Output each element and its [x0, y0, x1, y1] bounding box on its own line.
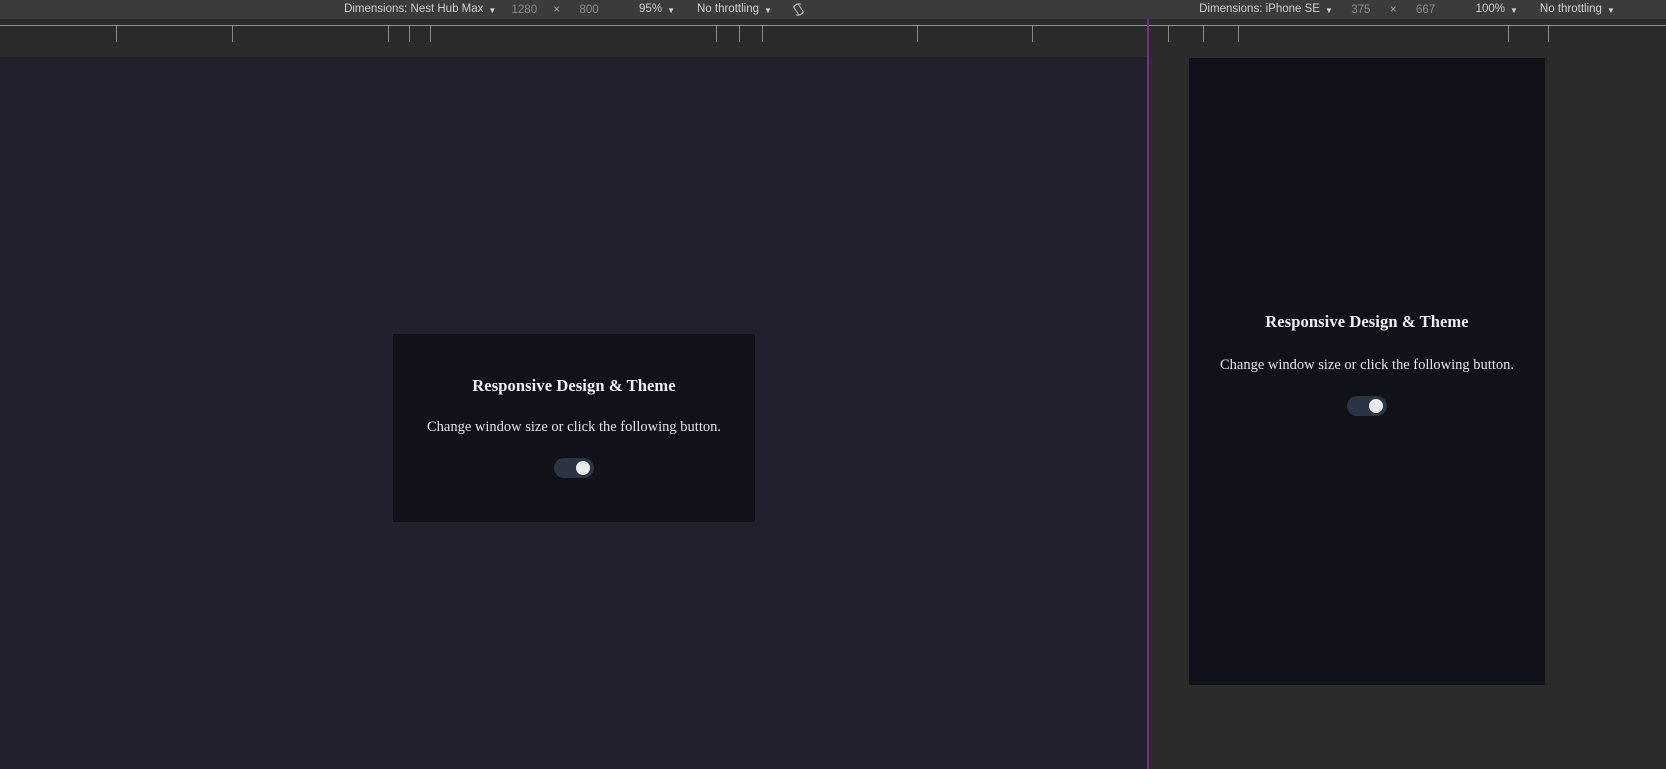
throttling-selector-right[interactable]: No throttling ▼	[1534, 0, 1621, 19]
zoom-selector-right[interactable]: 100% ▼	[1470, 0, 1524, 19]
media-query-tick	[1508, 26, 1509, 42]
rotate-device-icon	[793, 3, 805, 16]
card-title-right: Responsive Design & Theme	[1265, 312, 1469, 331]
media-query-track-right[interactable]	[1148, 26, 1666, 42]
media-query-tick	[409, 26, 410, 42]
media-query-tick	[716, 26, 717, 42]
device-toolbar-left-controls: Dimensions: Nest Hub Max ▼ × 95% ▼ No th…	[338, 0, 810, 19]
media-query-track-left[interactable]	[0, 26, 1148, 42]
page-body-right: Responsive Design & Theme Change window …	[1189, 58, 1545, 685]
device-toolbar-right-pane: Dimensions: iPhone SE ▼ × 100% ▼ No thro…	[1148, 0, 1666, 19]
media-query-inspector-left[interactable]	[0, 19, 1148, 42]
chevron-down-icon: ▼	[667, 5, 675, 15]
dimension-separator-left: ×	[553, 3, 561, 16]
viewport-width-input-right[interactable]	[1338, 2, 1383, 17]
media-query-tick	[1238, 26, 1239, 42]
media-query-tick	[1168, 26, 1169, 42]
media-query-tick	[1548, 26, 1549, 42]
chevron-down-icon: ▼	[1324, 5, 1333, 15]
throttling-selector-left[interactable]: No throttling ▼	[691, 0, 778, 19]
device-selector-right-label: Dimensions: iPhone SE	[1199, 3, 1320, 15]
zoom-selector-left[interactable]: 95% ▼	[633, 0, 681, 19]
chevron-down-icon: ▼	[488, 5, 497, 15]
throttling-selector-left-label: No throttling	[696, 3, 759, 15]
media-query-tick	[762, 26, 763, 42]
device-toolbar-right-controls: Dimensions: iPhone SE ▼ × 100% ▼ No thro…	[1193, 0, 1621, 19]
viewport-height-input-left[interactable]	[567, 2, 612, 17]
theme-toggle-left[interactable]	[554, 458, 594, 479]
media-query-tick	[232, 26, 233, 42]
device-selector-right[interactable]: Dimensions: iPhone SE ▼	[1193, 0, 1339, 19]
media-query-tick	[917, 26, 918, 42]
throttling-selector-right-label: No throttling	[1539, 3, 1602, 15]
device-selector-left[interactable]: Dimensions: Nest Hub Max ▼	[338, 0, 502, 19]
device-mode-toolbar: Dimensions: Nest Hub Max ▼ × 95% ▼ No th…	[0, 0, 1666, 19]
theme-toggle-right[interactable]	[1347, 396, 1387, 417]
viewport-width-input-left[interactable]	[502, 2, 547, 17]
toggle-row-right	[1219, 396, 1515, 417]
toggle-row-left	[419, 458, 729, 479]
viewport-iphone-se[interactable]: Responsive Design & Theme Change window …	[1189, 58, 1545, 685]
zoom-selector-right-label: 100%	[1475, 3, 1505, 15]
viewport-height-input-right[interactable]	[1403, 2, 1448, 17]
rotate-device-button[interactable]	[788, 0, 810, 19]
card-text-right: Change window size or click the followin…	[1220, 357, 1514, 373]
chevron-down-icon: ▼	[764, 5, 772, 15]
card-title-left: Responsive Design & Theme	[472, 376, 676, 395]
responsive-demo-card-left: Responsive Design & Theme Change window …	[393, 334, 755, 523]
page-body-left: Responsive Design & Theme Change window …	[0, 57, 1148, 769]
responsive-demo-card-right: Responsive Design & Theme Change window …	[1189, 312, 1545, 417]
device-selector-left-label: Dimensions: Nest Hub Max	[344, 3, 484, 15]
theme-toggle-knob-left	[576, 461, 590, 476]
media-query-tick	[388, 26, 389, 42]
media-query-tick	[116, 26, 117, 42]
viewport-nest-hub-max[interactable]: Responsive Design & Theme Change window …	[0, 57, 1148, 769]
chevron-down-icon: ▼	[1510, 5, 1518, 15]
chevron-down-icon: ▼	[1606, 5, 1615, 15]
dimension-separator-right: ×	[1389, 3, 1397, 16]
media-query-tick	[1203, 26, 1204, 42]
device-toolbar-left-pane: Dimensions: Nest Hub Max ▼ × 95% ▼ No th…	[0, 0, 1148, 19]
viewport-split-divider[interactable]	[1147, 19, 1149, 769]
zoom-selector-left-label: 95%	[639, 3, 663, 15]
media-query-tick	[430, 26, 431, 42]
media-query-tick	[1032, 26, 1033, 42]
media-query-tick	[739, 26, 740, 42]
theme-toggle-knob-right	[1369, 399, 1383, 414]
media-query-inspector-right[interactable]	[1148, 19, 1666, 42]
card-text-left: Change window size or click the followin…	[427, 419, 721, 435]
